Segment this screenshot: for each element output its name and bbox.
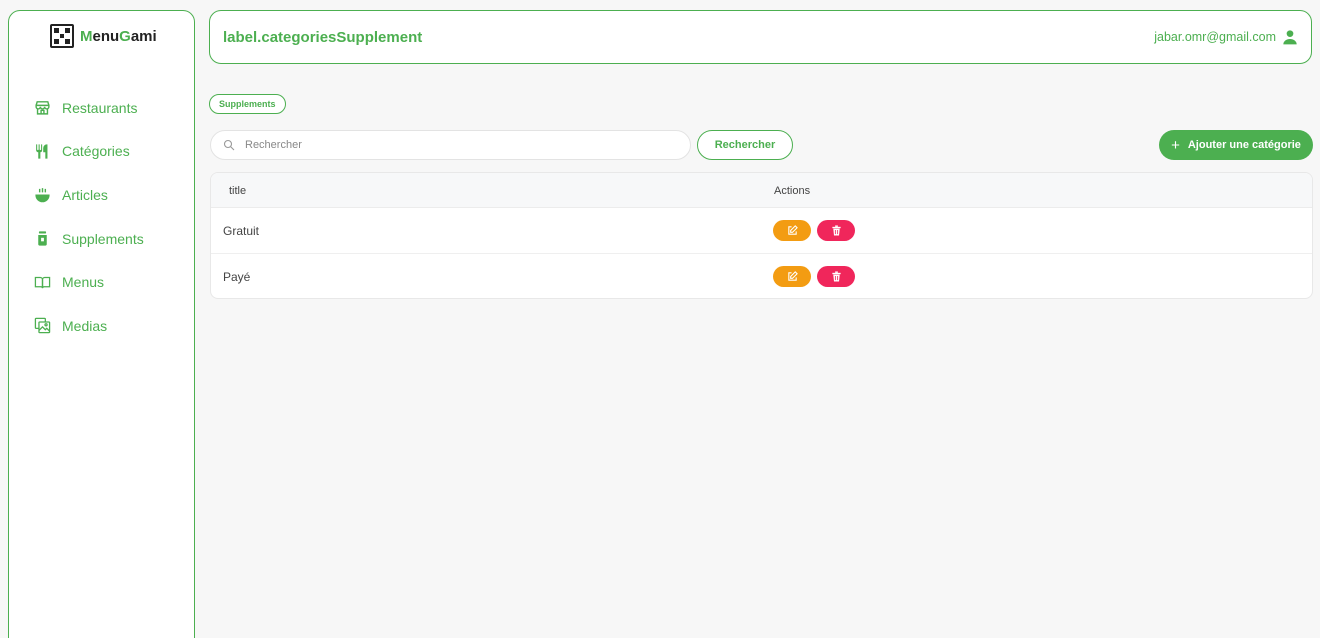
sidebar-item-categories[interactable]: Catégories [9,130,194,174]
sidebar: MenuGami Restaurants Catégories Articles… [8,10,195,638]
delete-button[interactable] [817,266,855,287]
jar-icon [38,231,47,246]
user-menu[interactable]: jabar.omr@gmail.com [1154,29,1298,45]
sidebar-item-supplements[interactable]: Supplements [9,217,194,261]
brand-logo[interactable]: MenuGami [50,24,157,48]
book-icon [34,276,51,288]
sidebar-item-menus[interactable]: Menus [9,260,194,304]
sidebar-nav: Restaurants Catégories Articles Suppleme… [9,86,194,348]
edit-button[interactable] [773,266,811,287]
images-icon [34,318,51,334]
trash-icon [831,225,841,236]
qr-logo-icon [50,24,74,48]
sidebar-item-label: Medias [62,317,108,334]
sidebar-item-label: Menus [62,274,105,291]
table-row: Payé [211,254,1312,298]
add-category-label: Ajouter une catégorie [1187,139,1301,151]
sidebar-item-medias[interactable]: Medias [9,304,194,348]
trash-icon [831,271,841,282]
column-header-actions: Actions [774,185,811,197]
row-actions [773,266,855,287]
breadcrumb[interactable]: Supplements [209,94,286,114]
sidebar-item-label: Restaurants [62,99,138,116]
row-title: Payé [223,270,251,284]
table-row: Gratuit [211,208,1312,254]
user-email: jabar.omr@gmail.com [1154,30,1276,44]
edit-button[interactable] [773,220,811,241]
add-category-button[interactable]: + Ajouter une catégorie [1159,130,1313,160]
row-title: Gratuit [223,224,260,238]
row-actions [773,220,855,241]
sidebar-item-label: Supplements [62,230,144,247]
store-icon [35,101,50,115]
search-input[interactable] [245,139,690,151]
top-header: label.categoriesSupplement jabar.omr@gma… [209,10,1312,64]
search-box [210,130,691,160]
sidebar-item-articles[interactable]: Articles [9,173,194,217]
sidebar-item-label: Articles [62,186,108,203]
sidebar-item-label: Catégories [62,143,130,160]
page-title: label.categoriesSupplement [223,28,423,46]
sidebar-item-restaurants[interactable]: Restaurants [9,86,194,130]
edit-icon [787,225,798,235]
bowl-icon [35,188,50,203]
search-icon [223,139,235,151]
delete-button[interactable] [817,220,855,241]
search-button[interactable]: Rechercher [697,130,793,160]
plus-icon: + [1171,136,1180,154]
categories-table: title Actions Gratuit Payé [210,172,1313,299]
brand-name: MenuGami [80,27,157,45]
column-header-title: title [229,185,247,197]
utensils-icon [36,144,48,159]
user-icon [1283,30,1297,45]
table-header: title Actions [211,173,1312,208]
edit-icon [787,271,798,281]
